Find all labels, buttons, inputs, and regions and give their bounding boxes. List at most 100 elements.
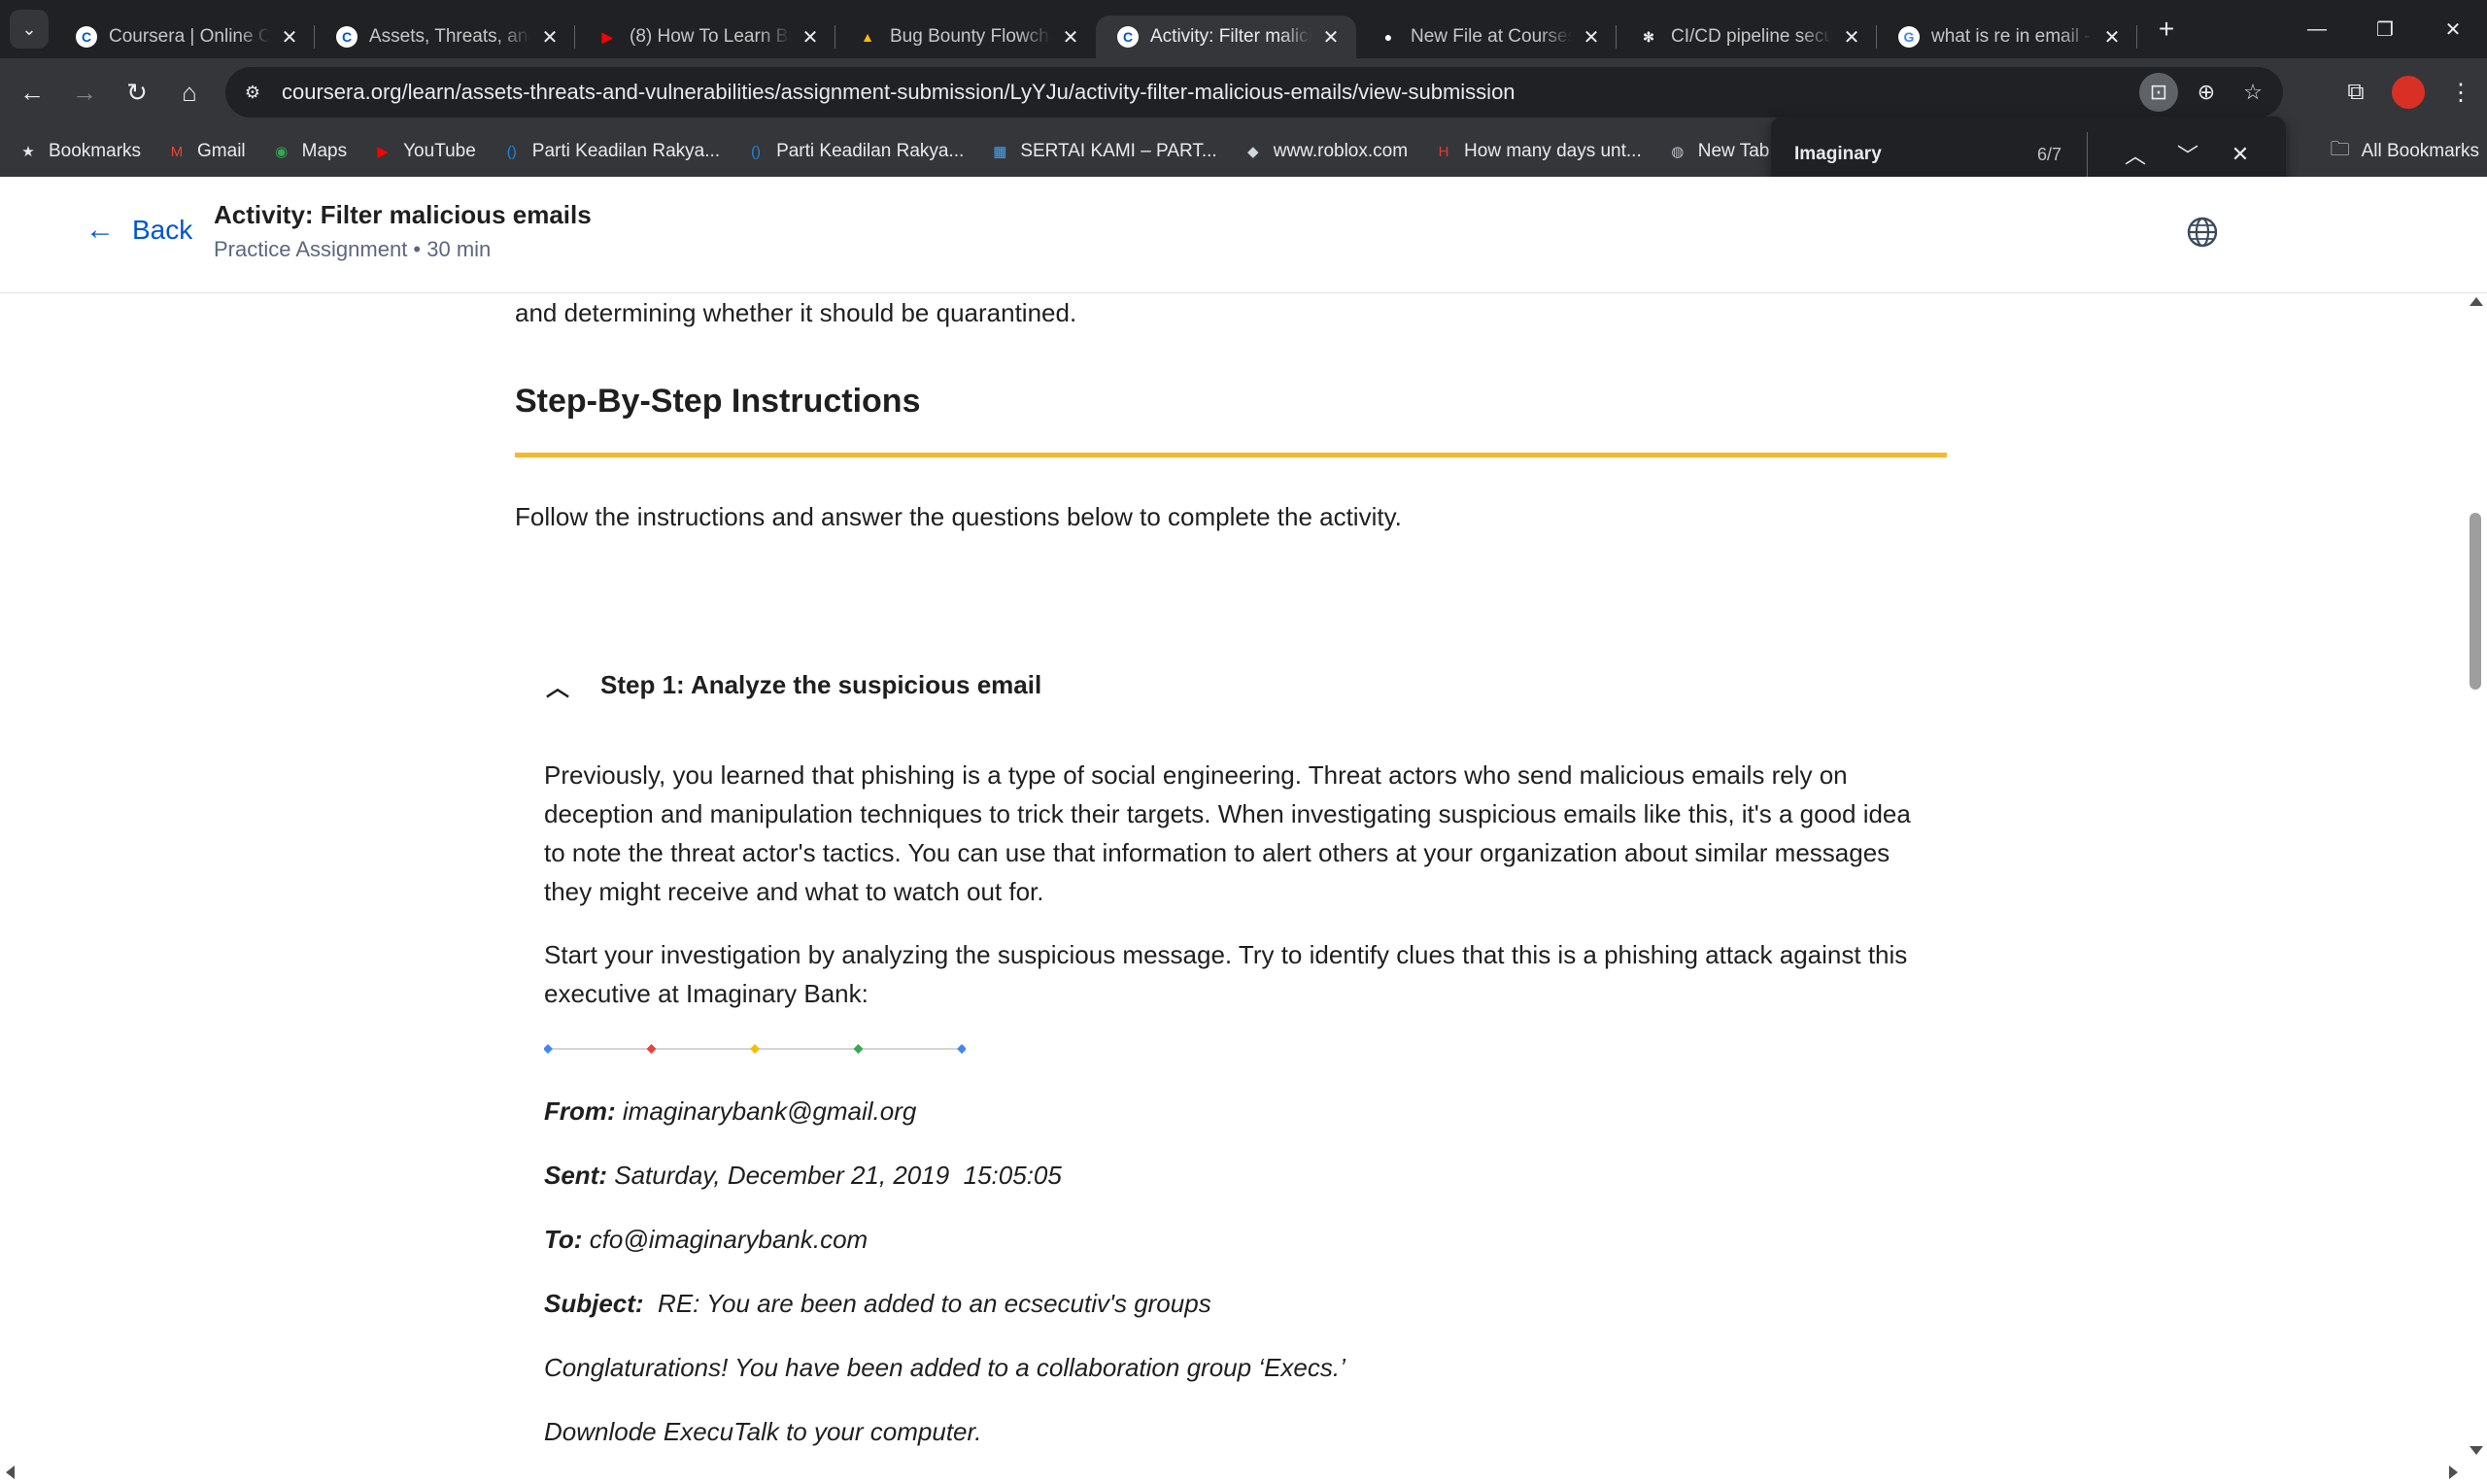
tab-close-icon[interactable]: ✕ — [1319, 25, 1343, 50]
bookmark-item[interactable]: ★ Bookmarks — [17, 141, 141, 162]
toolbar-right: ⧉ ⋮ — [2330, 66, 2487, 118]
tab-1[interactable]: C Assets, Threats, and V ✕ — [315, 16, 575, 58]
scroll-down-arrow[interactable] — [2470, 1446, 2483, 1455]
email-subject: Subject: RE: You are been added to an ec… — [544, 1284, 1211, 1323]
tab-close-icon[interactable]: ✕ — [1580, 25, 1603, 50]
email-subject-label: Subject: — [544, 1289, 644, 1318]
bookmark-item[interactable]: H How many days unt... — [1433, 141, 1642, 162]
email-sent: Sent: Saturday, December 21, 2019 15:05:… — [544, 1156, 1062, 1195]
tab-close-icon[interactable]: ✕ — [278, 25, 301, 50]
back-nav-button[interactable]: ← — [6, 66, 58, 118]
bookmark-item[interactable]: () Parti Keadilan Rakya... — [745, 141, 964, 162]
bookmark-label: www.roblox.com — [1273, 141, 1409, 161]
bookmark-label: YouTube — [403, 141, 476, 161]
chevron-up-icon: ︿ — [546, 675, 569, 701]
youtube-icon: ▶ — [601, 28, 613, 45]
tab-2[interactable]: ▶ (8) How To Learn Bug ✕ — [575, 16, 835, 58]
tab-7[interactable]: Gwhat is re in email - G ✕ — [1877, 16, 2137, 58]
bookmark-item[interactable]: ▦ SERTAI KAMI – PART... — [989, 141, 1216, 162]
all-bookmarks-label: All Bookmarks — [2361, 141, 2479, 161]
google-icon: G — [1898, 26, 1920, 48]
divider-dot — [750, 1044, 760, 1054]
reload-button[interactable]: ↻ — [111, 66, 163, 118]
restore-button[interactable]: ❐ — [2351, 0, 2419, 58]
section-heading: Step-By-Step Instructions — [515, 383, 921, 420]
browser-window: ⌄ C Coursera | Online Co ✕ C Assets, Threats… — [0, 0, 2487, 1484]
find-input[interactable]: Imaginary — [1794, 144, 2037, 165]
bookmark-star-icon[interactable]: ☆ — [2234, 73, 2271, 112]
find-close-button[interactable]: ✕ — [2218, 132, 2263, 177]
tab-title: CI/CD pipeline securi — [1671, 26, 1832, 47]
tab-close-icon[interactable]: ✕ — [799, 25, 822, 50]
tab-close-icon[interactable]: ✕ — [1059, 25, 1082, 50]
tab-title: (8) How To Learn Bug — [630, 26, 791, 47]
step1-paragraph-2: Start your investigation by analyzing th… — [544, 940, 1908, 1008]
tab-title: Activity: Filter malicio — [1150, 26, 1312, 47]
bookmark-item[interactable]: ◍ New Tab — [1667, 141, 1770, 162]
tab-title: New File at Courses/ — [1411, 26, 1572, 47]
email-sent-label: Sent: — [544, 1161, 607, 1190]
tab-0[interactable]: C Coursera | Online Co ✕ — [54, 16, 315, 58]
tab-title: Coursera | Online Co — [109, 26, 270, 47]
find-previous-button[interactable]: ︿ — [2113, 132, 2158, 177]
scroll-up-arrow[interactable] — [2470, 297, 2483, 306]
globe-language-icon[interactable] — [2186, 216, 2219, 249]
email-body-line-2: Downlode ExecuTalk to your computer. — [544, 1417, 982, 1446]
zoom-icon[interactable]: ⊕ — [2188, 73, 2225, 112]
menu-kebab-icon[interactable]: ⋮ — [2435, 66, 2487, 118]
extensions-icon[interactable]: ⧉ — [2330, 66, 2382, 118]
bookmark-item[interactable]: ◆ www.roblox.com — [1243, 141, 1408, 162]
bookmark-label: New Tab — [1697, 141, 1770, 161]
find-next-button[interactable]: ﹀ — [2165, 132, 2210, 177]
forward-nav-button[interactable]: → — [58, 66, 111, 118]
arrow-left-icon: ← — [19, 77, 45, 107]
tab-search-button[interactable]: ⌄ — [10, 10, 49, 49]
bookmark-item[interactable]: ◉ Maps — [271, 141, 347, 162]
horizontal-scrollbar[interactable] — [0, 1459, 2487, 1484]
bookmark-item[interactable]: () Parti Keadilan Rakya... — [501, 141, 720, 162]
url-text[interactable]: coursera.org/learn/assets-threats-and-vu… — [282, 80, 1516, 105]
google-lens-icon[interactable]: ⊡ — [2139, 73, 2178, 112]
address-bar[interactable]: ⚙ coursera.org/learn/assets-threats-and-… — [225, 67, 2283, 118]
all-bookmarks-button[interactable]: 🗀 All Bookmarks — [2331, 126, 2479, 177]
bookmark-label: How many days unt... — [1464, 141, 1642, 161]
find-match-count: 6/7 — [2036, 144, 2061, 164]
sertai-icon: ▦ — [993, 144, 1007, 160]
step1-title: Step 1: Analyze the suspicious email — [600, 670, 1042, 699]
reload-icon: ↻ — [126, 77, 148, 107]
scroll-left-arrow[interactable] — [6, 1466, 15, 1479]
scroll-right-arrow[interactable] — [2449, 1466, 2458, 1479]
tab-close-icon[interactable]: ✕ — [538, 25, 562, 50]
home-button[interactable]: ⌂ — [163, 66, 216, 118]
close-icon: ✕ — [2231, 142, 2250, 166]
tab-4[interactable]: C Activity: Filter malicio ✕ — [1096, 16, 1356, 58]
site-info-icon[interactable]: ⚙ — [233, 73, 272, 112]
email-from: From: imaginarybank@gmail.org — [544, 1092, 916, 1130]
scrollbar-thumb[interactable] — [2470, 513, 2481, 690]
email-body-line-1: Conglaturations! You have been added to … — [544, 1353, 1346, 1382]
find-separator — [2087, 132, 2088, 177]
tab-title: Bug Bounty Flowchar — [890, 26, 1051, 47]
folder-icon: 🗀 — [2330, 139, 2350, 160]
bookmark-item[interactable]: M Gmail — [166, 141, 246, 162]
intro-text: and determining whether it should be qua… — [515, 298, 1077, 327]
tab-5[interactable]: ● New File at Courses/ ✕ — [1356, 16, 1617, 58]
profile-avatar[interactable] — [2392, 76, 2425, 109]
close-window-button[interactable]: ✕ — [2419, 0, 2487, 58]
back-link[interactable]: ← Back — [85, 214, 192, 247]
email-to-label: To: — [544, 1225, 583, 1254]
vertical-scrollbar[interactable] — [2466, 293, 2487, 1459]
youtube-icon: ▶ — [377, 144, 389, 160]
step1-toggle[interactable]: ︿ Step 1: Analyze the suspicious email — [544, 668, 1041, 702]
openai-icon: ✻ — [1643, 28, 1654, 45]
email-to-value: cfo@imaginarybank.com — [589, 1225, 869, 1254]
new-tab-button[interactable]: + — [2147, 10, 2186, 49]
tab-6[interactable]: ✻ CI/CD pipeline securi ✕ — [1617, 16, 1877, 58]
tab-3[interactable]: ▲ Bug Bounty Flowchar ✕ — [835, 16, 1096, 58]
tab-close-icon[interactable]: ✕ — [2100, 25, 2124, 50]
tab-close-icon[interactable]: ✕ — [1840, 25, 1863, 50]
bookmark-label: Parti Keadilan Rakya... — [776, 141, 965, 161]
bookmark-label: Bookmarks — [49, 141, 142, 161]
minimize-button[interactable]: — — [2283, 0, 2351, 58]
bookmark-item[interactable]: ▶ YouTube — [372, 141, 476, 162]
